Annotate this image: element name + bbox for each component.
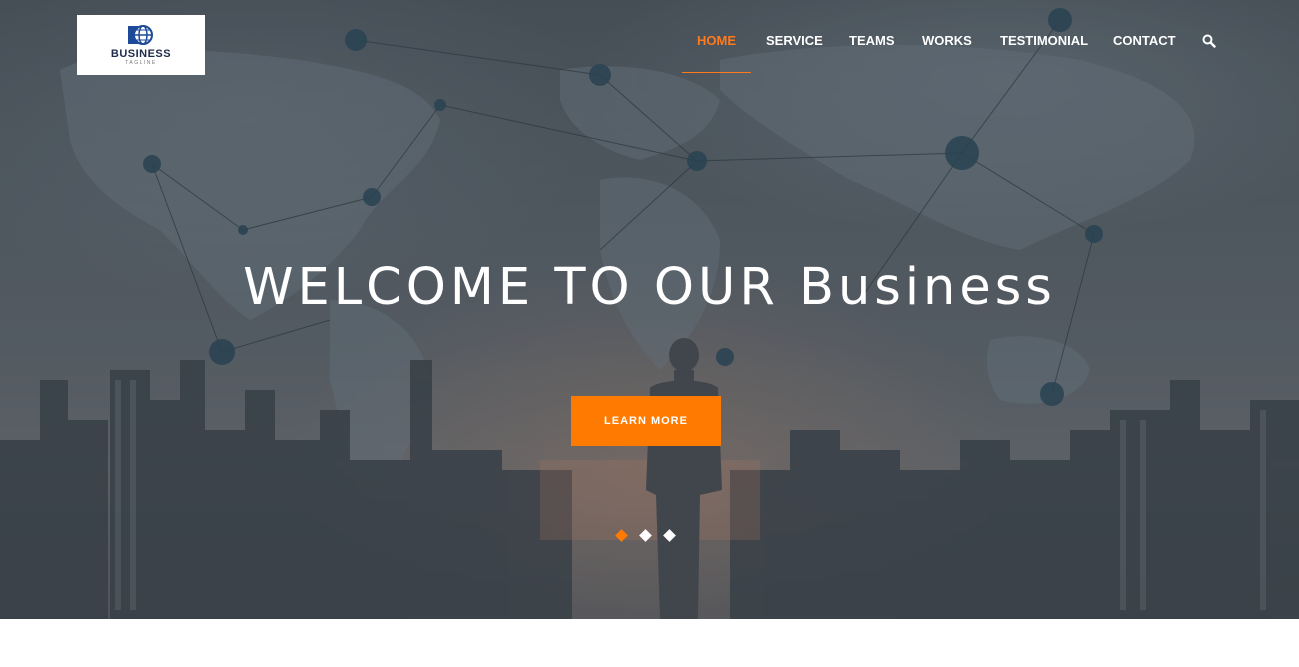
nav-item-home[interactable]: HOME bbox=[697, 33, 736, 49]
learn-more-button[interactable]: LEARN MORE bbox=[571, 396, 721, 446]
nav-item-teams[interactable]: TEAMS bbox=[849, 33, 895, 49]
hero-title: WELCOME TO OUR Business bbox=[243, 258, 1056, 317]
nav-item-contact[interactable]: CONTACT bbox=[1113, 33, 1176, 49]
nav-active-indicator bbox=[682, 72, 751, 73]
site-logo[interactable]: BUSINESS TAGLINE bbox=[77, 15, 205, 75]
search-icon[interactable] bbox=[1202, 34, 1216, 48]
globe-icon bbox=[128, 25, 153, 45]
logo-name: BUSINESS bbox=[110, 48, 172, 60]
nav-item-works[interactable]: WORKS bbox=[922, 33, 972, 49]
nav-item-testimonial[interactable]: TESTIMONIAL bbox=[1000, 33, 1088, 49]
nav-item-service[interactable]: SERVICE bbox=[766, 33, 823, 49]
logo-tagline: TAGLINE bbox=[125, 60, 157, 66]
